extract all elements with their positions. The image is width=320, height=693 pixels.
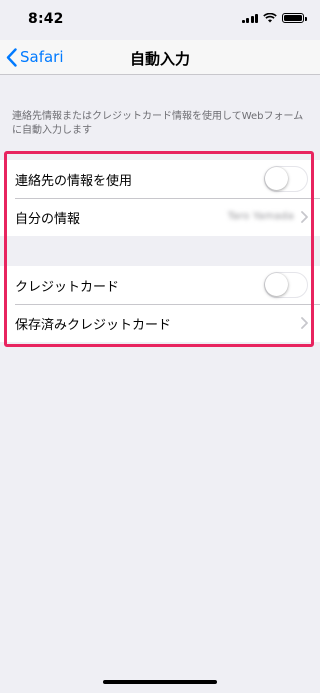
- section-description: 連絡先情報またはクレジットカード情報を使用してWebフォームに自動入力します: [12, 111, 304, 136]
- wifi-icon: [263, 13, 277, 23]
- status-time: 8:42: [28, 11, 64, 27]
- page-title: 自動入力: [129, 50, 190, 68]
- status-bar: 8:42: [0, 0, 320, 40]
- battery-icon: [282, 13, 307, 23]
- highlight-annotation-box: [4, 151, 314, 347]
- status-icons: [241, 13, 307, 23]
- cellular-signal-icon: [241, 13, 258, 23]
- navigation-bar: Safari 自動入力: [0, 40, 320, 75]
- home-indicator[interactable]: [103, 680, 217, 684]
